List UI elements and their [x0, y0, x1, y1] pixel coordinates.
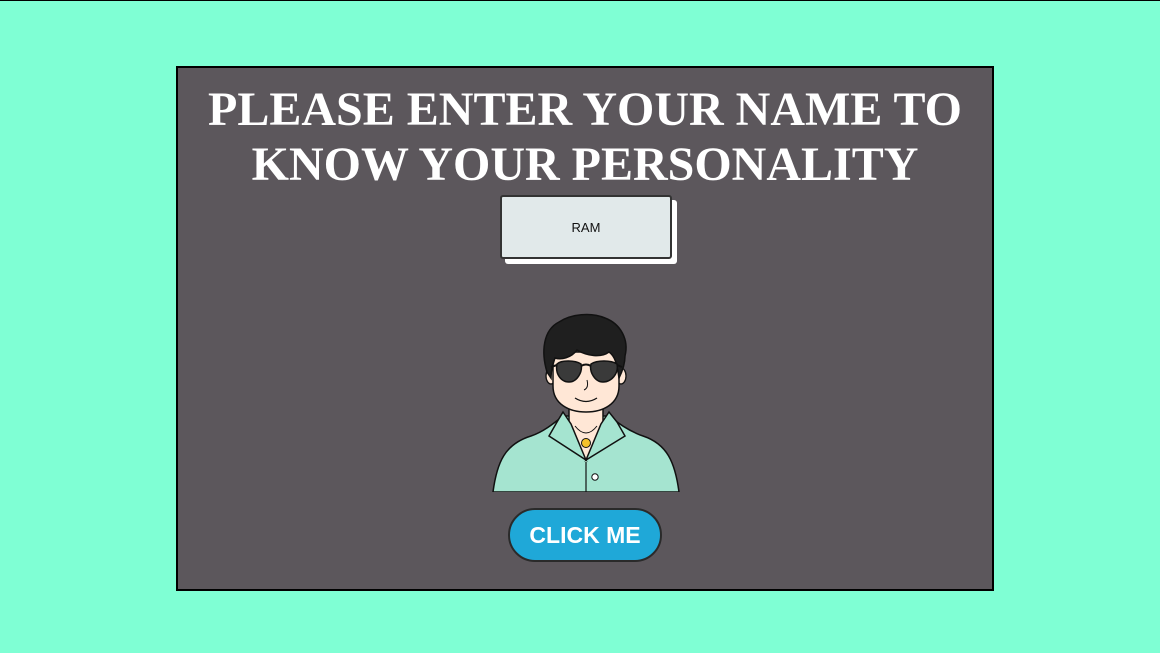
title-line-1: PLEASE ENTER YOUR NAME TO: [208, 83, 962, 136]
click-me-button[interactable]: CLICK ME: [508, 508, 662, 562]
man-with-sunglasses-avatar-icon: [492, 313, 680, 492]
page-title: PLEASE ENTER YOUR NAME TO KNOW YOUR PERS…: [178, 68, 992, 192]
name-input-wrapper: [500, 195, 677, 264]
personality-card: PLEASE ENTER YOUR NAME TO KNOW YOUR PERS…: [176, 66, 994, 591]
title-line-2: KNOW YOUR PERSONALITY: [251, 138, 919, 191]
name-input[interactable]: [500, 195, 672, 259]
